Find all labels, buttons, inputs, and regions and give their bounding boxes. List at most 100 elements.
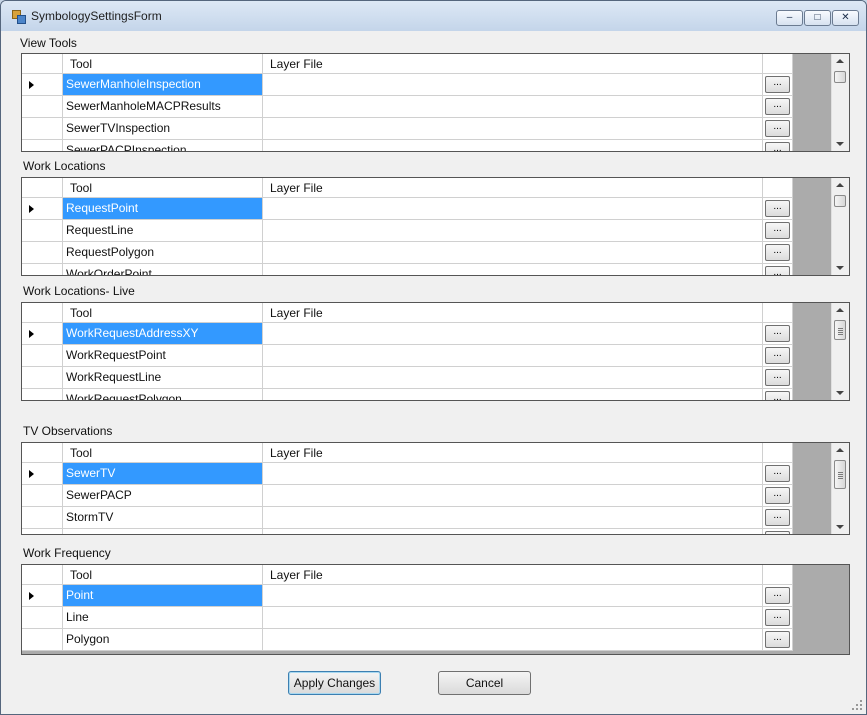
tool-layer-grid[interactable]: Tool Layer File WorkRequestAddressXY... Wor… <box>21 302 850 401</box>
layer-file-cell[interactable] <box>263 220 763 242</box>
tool-cell[interactable]: SewerTVInspection <box>63 118 263 140</box>
layer-file-cell[interactable] <box>263 323 763 345</box>
row-header[interactable] <box>22 607 63 629</box>
resize-grip-icon[interactable] <box>852 700 862 710</box>
layer-file-cell[interactable] <box>263 264 763 275</box>
tool-cell[interactable]: StormPACP <box>63 529 263 534</box>
browse-layer-button[interactable]: ... <box>765 266 790 275</box>
layer-file-cell[interactable] <box>263 629 763 651</box>
tool-layer-grid[interactable]: Tool Layer File SewerManholeInspection... S… <box>21 53 850 152</box>
scroll-up-arrow-icon[interactable] <box>836 59 844 63</box>
cancel-button[interactable]: Cancel <box>438 671 531 695</box>
tool-cell[interactable]: RequestPoint <box>63 198 263 220</box>
scrollbar-thumb[interactable] <box>834 320 846 340</box>
browse-layer-button[interactable]: ... <box>765 200 790 217</box>
layer-file-cell[interactable] <box>263 463 763 485</box>
tool-cell[interactable]: Point <box>63 585 263 607</box>
browse-layer-button[interactable]: ... <box>765 631 790 648</box>
layer-file-cell[interactable] <box>263 118 763 140</box>
tool-cell[interactable]: WorkRequestAddressXY <box>63 323 263 345</box>
scroll-up-arrow-icon[interactable] <box>836 308 844 312</box>
tool-cell[interactable]: SewerManholeMACPResults <box>63 96 263 118</box>
tool-cell[interactable]: RequestLine <box>63 220 263 242</box>
layer-file-cell[interactable] <box>263 607 763 629</box>
tool-cell[interactable]: Polygon <box>63 629 263 651</box>
browse-layer-button[interactable]: ... <box>765 76 790 93</box>
layer-file-cell[interactable] <box>263 389 763 400</box>
scroll-up-arrow-icon[interactable] <box>836 448 844 452</box>
row-header[interactable] <box>22 220 63 242</box>
maximize-button[interactable]: □ <box>804 10 831 26</box>
browse-layer-button[interactable]: ... <box>765 587 790 604</box>
column-header-tool[interactable]: Tool <box>63 443 263 463</box>
column-header-tool[interactable]: Tool <box>63 565 263 585</box>
vertical-scrollbar[interactable] <box>831 178 849 275</box>
row-header[interactable] <box>22 198 63 220</box>
tool-layer-grid[interactable]: Tool Layer File Point... Line... Polygon... <box>21 564 850 655</box>
tool-cell[interactable]: WorkRequestLine <box>63 367 263 389</box>
tool-cell[interactable]: SewerTV <box>63 463 263 485</box>
tool-cell[interactable]: WorkRequestPolygon <box>63 389 263 400</box>
row-header[interactable] <box>22 323 63 345</box>
scroll-down-arrow-icon[interactable] <box>836 391 844 395</box>
row-header[interactable] <box>22 367 63 389</box>
column-header-tool[interactable]: Tool <box>63 54 263 74</box>
row-header[interactable] <box>22 118 63 140</box>
browse-layer-button[interactable]: ... <box>765 142 790 151</box>
layer-file-cell[interactable] <box>263 507 763 529</box>
layer-file-cell[interactable] <box>263 367 763 389</box>
row-header[interactable] <box>22 485 63 507</box>
scrollbar-thumb[interactable] <box>834 195 846 207</box>
tool-cell[interactable]: WorkRequestPoint <box>63 345 263 367</box>
tool-cell[interactable]: StormTV <box>63 507 263 529</box>
scroll-down-arrow-icon[interactable] <box>836 142 844 146</box>
row-header[interactable] <box>22 74 63 96</box>
tool-cell[interactable]: SewerPACP <box>63 485 263 507</box>
column-header-tool[interactable]: Tool <box>63 303 263 323</box>
browse-layer-button[interactable]: ... <box>765 487 790 504</box>
row-header[interactable] <box>22 96 63 118</box>
column-header-tool[interactable]: Tool <box>63 178 263 198</box>
tool-cell[interactable]: WorkOrderPoint <box>63 264 263 275</box>
browse-layer-button[interactable]: ... <box>765 98 790 115</box>
close-button[interactable]: ✕ <box>832 10 859 26</box>
row-header[interactable] <box>22 389 63 400</box>
scroll-up-arrow-icon[interactable] <box>836 183 844 187</box>
layer-file-cell[interactable] <box>263 585 763 607</box>
tool-layer-grid[interactable]: Tool Layer File RequestPoint... RequestLine… <box>21 177 850 276</box>
column-header-layer-file[interactable]: Layer File <box>263 443 763 463</box>
browse-layer-button[interactable]: ... <box>765 609 790 626</box>
layer-file-cell[interactable] <box>263 74 763 96</box>
row-header[interactable] <box>22 629 63 651</box>
layer-file-cell[interactable] <box>263 242 763 264</box>
scroll-down-arrow-icon[interactable] <box>836 525 844 529</box>
browse-layer-button[interactable]: ... <box>765 465 790 482</box>
browse-layer-button[interactable]: ... <box>765 244 790 261</box>
tool-cell[interactable]: Line <box>63 607 263 629</box>
minimize-button[interactable]: – <box>776 10 803 26</box>
layer-file-cell[interactable] <box>263 345 763 367</box>
browse-layer-button[interactable]: ... <box>765 347 790 364</box>
row-header[interactable] <box>22 264 63 275</box>
column-header-layer-file[interactable]: Layer File <box>263 178 763 198</box>
tool-cell[interactable]: SewerManholeInspection <box>63 74 263 96</box>
scrollbar-thumb[interactable] <box>834 71 846 83</box>
column-header-layer-file[interactable]: Layer File <box>263 54 763 74</box>
vertical-scrollbar[interactable] <box>831 54 849 151</box>
row-header[interactable] <box>22 529 63 534</box>
layer-file-cell[interactable] <box>263 140 763 151</box>
browse-layer-button[interactable]: ... <box>765 531 790 534</box>
vertical-scrollbar[interactable] <box>831 303 849 400</box>
scrollbar-thumb[interactable] <box>834 460 846 489</box>
row-header[interactable] <box>22 585 63 607</box>
layer-file-cell[interactable] <box>263 198 763 220</box>
row-header[interactable] <box>22 242 63 264</box>
browse-layer-button[interactable]: ... <box>765 509 790 526</box>
layer-file-cell[interactable] <box>263 96 763 118</box>
browse-layer-button[interactable]: ... <box>765 325 790 342</box>
row-header[interactable] <box>22 463 63 485</box>
row-header[interactable] <box>22 345 63 367</box>
column-header-layer-file[interactable]: Layer File <box>263 565 763 585</box>
row-header[interactable] <box>22 140 63 151</box>
scroll-down-arrow-icon[interactable] <box>836 266 844 270</box>
